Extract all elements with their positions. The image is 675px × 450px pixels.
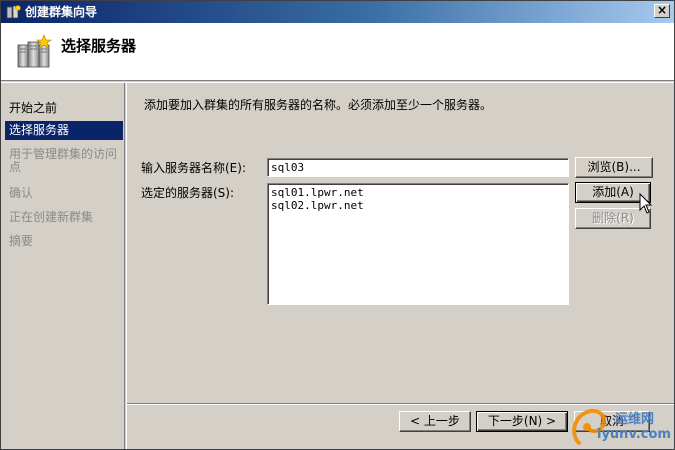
list-item[interactable]: sql01.lpwr.net (271, 186, 565, 199)
next-button[interactable]: 下一步(N) > (476, 411, 568, 432)
wizard-header: 选择服务器 (1, 23, 674, 81)
previous-button[interactable]: < 上一步 (399, 411, 471, 432)
server-cluster-icon (17, 34, 52, 68)
nav-divider (126, 83, 127, 449)
browse-button[interactable]: 浏览(B)... (575, 157, 653, 178)
close-icon: × (656, 3, 668, 17)
watermark-url: iyunv.com (597, 427, 671, 442)
nav-step-creating-cluster: 正在创建新群集 (9, 210, 94, 224)
selected-servers-label: 选定的服务器(S): (141, 186, 235, 200)
close-button[interactable]: × (654, 4, 670, 18)
nav-step-access-point: 用于管理群集的访问点 (9, 147, 118, 174)
instruction-text: 添加要加入群集的所有服务器的名称。必须添加至少一个服务器。 (144, 98, 493, 112)
list-item[interactable]: sql02.lpwr.net (271, 199, 565, 212)
watermark-text: 运维网 (615, 412, 655, 427)
wizard-steps-nav: 开始之前 选择服务器 用于管理群集的访问点 确认 正在创建新群集 摘要 (1, 83, 125, 449)
nav-step-summary: 摘要 (9, 234, 34, 248)
mouse-cursor-icon (639, 193, 653, 214)
nav-step-confirmation: 确认 (9, 186, 34, 200)
cluster-app-icon (6, 5, 21, 19)
window-title: 创建群集向导 (25, 5, 98, 19)
selected-servers-list[interactable]: sql01.lpwr.net sql02.lpwr.net (267, 183, 569, 305)
nav-step-before-you-begin[interactable]: 开始之前 (5, 99, 123, 118)
server-name-label: 输入服务器名称(E): (141, 161, 246, 175)
server-name-input[interactable]: sql03 (267, 158, 569, 177)
wizard-window: 创建群集向导 × 选择服务器 开始之前 选择服务器 用于管理群集的访问点 确认 … (0, 0, 675, 450)
nav-step-select-servers[interactable]: 选择服务器 (5, 121, 123, 140)
title-bar[interactable]: 创建群集向导 × (1, 1, 674, 23)
page-title: 选择服务器 (61, 37, 137, 55)
